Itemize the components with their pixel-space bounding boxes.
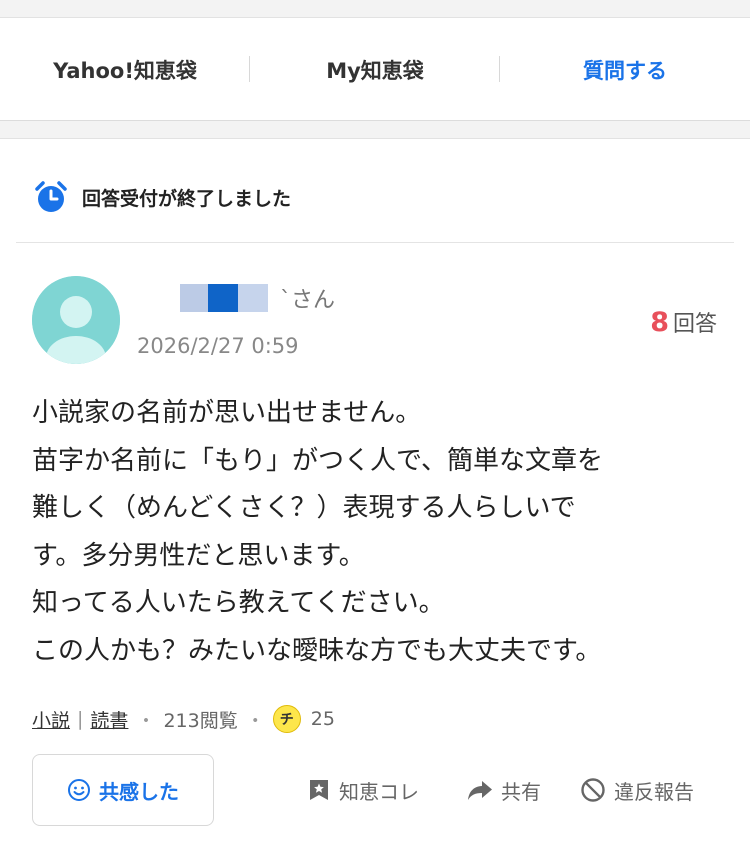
bookmark-star-icon: [310, 780, 328, 800]
share-label: 共有: [501, 779, 541, 804]
chiekore-label: 知恵コレ: [339, 779, 419, 804]
alarm-clock-icon: [35, 181, 67, 212]
user-name-suffix: `さん: [280, 288, 336, 313]
answer-count: 8 回答: [650, 306, 717, 338]
avatar[interactable]: [32, 276, 120, 364]
default-user-icon: [32, 276, 120, 364]
top-background-strip: [0, 0, 750, 18]
section-gap: [0, 121, 750, 139]
chiekore-button[interactable]: 知恵コレ: [307, 770, 419, 810]
question-body-line: す。多分男性だと思います。: [32, 540, 365, 571]
share-button[interactable]: 共有: [467, 770, 541, 810]
question-body: 小説家の名前が思い出せません。 苗字か名前に「もり」がつく人で、簡単な文章を 難…: [32, 390, 722, 675]
report-button[interactable]: 違反報告: [580, 770, 694, 810]
meta-dot: ・: [136, 709, 156, 732]
prohibited-icon: [581, 778, 605, 802]
view-count: 213閲覧: [163, 709, 238, 732]
nav-yahoo-chiebukuro[interactable]: Yahoo!知恵袋: [0, 18, 250, 121]
empathy-button-label: 共感した: [99, 779, 179, 804]
question-body-line: 知ってる人いたら教えてください。: [32, 588, 445, 618]
redacted-username: [180, 284, 268, 312]
question-body-line: この人かも？みたいな曖昧な方でも大丈夫です。: [32, 635, 602, 666]
chie-coin-icon: チ: [272, 705, 301, 733]
coin-count: 25: [310, 708, 335, 730]
top-nav: Yahoo!知恵袋 My知恵袋 質問する: [0, 18, 750, 121]
question-body-line: 難しく（めんどくさく？）表現する人らしいで: [32, 493, 576, 523]
empathy-button[interactable]: 共感した: [32, 754, 214, 826]
tag-separator: |: [77, 708, 84, 730]
question-body-line: 小説家の名前が思い出せません。: [32, 398, 422, 428]
answer-count-label: 回答: [672, 312, 717, 337]
user-name[interactable]: `さん: [180, 282, 335, 314]
share-arrow-icon: [468, 781, 492, 800]
nav-my-chiebukuro[interactable]: My知恵袋: [250, 18, 500, 121]
post-date: 2026/2/27 0:59: [137, 334, 299, 358]
report-label: 違反報告: [614, 779, 694, 804]
question-meta: 小説 | 読書 ・ 213閲覧 ・ チ 25: [32, 702, 335, 736]
closed-notice-text: 回答受付が終了しました: [82, 187, 292, 210]
tag-link-novel[interactable]: 小説: [32, 706, 70, 733]
smile-icon: [68, 779, 90, 801]
meta-dot: ・: [245, 709, 265, 732]
closed-notice: 回答受付が終了しました: [34, 180, 291, 214]
answer-count-number: 8: [650, 307, 669, 338]
divider: [16, 242, 734, 243]
nav-ask-question[interactable]: 質問する: [500, 18, 750, 121]
question-body-line: 苗字か名前に「もり」がつく人で、簡単な文章を: [32, 445, 603, 476]
tag-link-reading[interactable]: 読書: [90, 706, 128, 733]
